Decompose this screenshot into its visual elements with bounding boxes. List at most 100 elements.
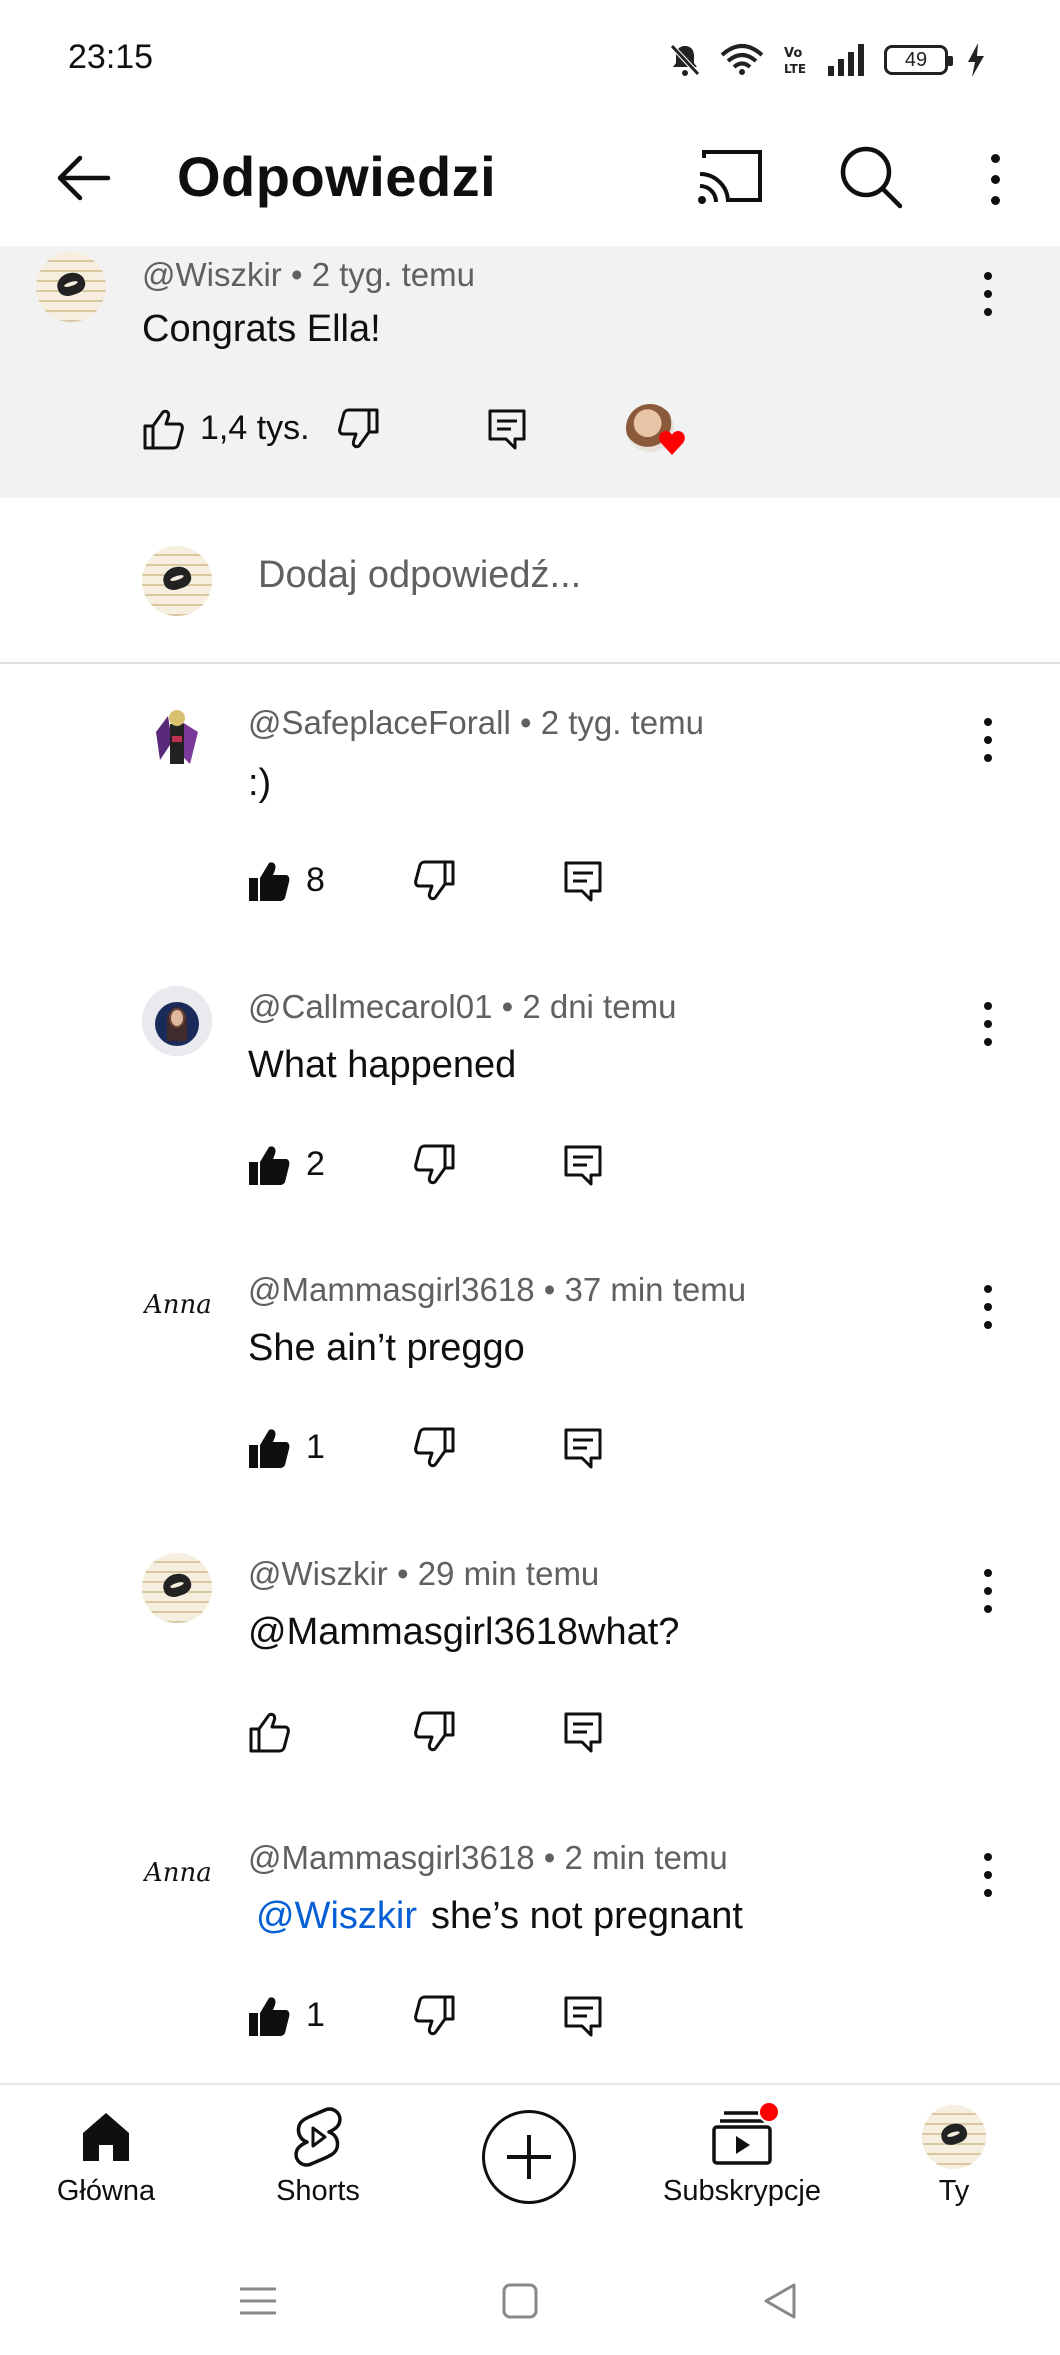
dislike-icon[interactable] <box>412 1993 458 2039</box>
comment-meta: @Mammasgirl3618 • 37 min temu <box>248 1271 747 1308</box>
nav-home[interactable]: Główna <box>16 2103 196 2223</box>
comment-more-icon[interactable] <box>968 1561 1008 1621</box>
comment-meta: @Wiszkir • 2 tyg. temu <box>142 256 475 293</box>
like-icon[interactable] <box>140 406 186 452</box>
comment-author[interactable]: @Wiszkir <box>248 1555 388 1592</box>
comment-meta: @Mammasgirl3618 • 2 min temu <box>248 1839 728 1876</box>
dislike-icon[interactable] <box>412 1142 458 1188</box>
bottom-navigation: Główna Shorts Subskrypcje Ty <box>0 2083 1060 2235</box>
mute-bell-icon <box>668 42 702 78</box>
comment-more-icon[interactable] <box>968 1845 1008 1905</box>
comment-time: 2 tyg. temu <box>311 256 475 293</box>
dislike-icon[interactable] <box>336 406 382 452</box>
comment-more-icon[interactable] <box>968 994 1008 1054</box>
svg-text:Anna: Anna <box>142 1290 212 1320</box>
avatar[interactable] <box>142 702 212 772</box>
nav-label: Subskrypcje <box>663 2175 821 2207</box>
comment-time: 2 min temu <box>564 1839 728 1876</box>
dislike-icon[interactable] <box>412 1709 458 1755</box>
avatar[interactable] <box>36 252 106 322</box>
reply-item: Anna @Mammasgirl3618 • 37 min temu She a… <box>0 1231 1060 1515</box>
comment-author[interactable]: @Mammasgirl3618 <box>248 1271 535 1308</box>
status-bar: 23:15 Vo LTE 49 <box>0 0 1060 120</box>
back-triangle-icon[interactable] <box>750 2271 810 2331</box>
like-count: 1 <box>306 1428 325 1466</box>
reply-icon[interactable] <box>560 1709 606 1755</box>
back-arrow-icon[interactable] <box>52 146 116 210</box>
like-filled-icon[interactable] <box>246 1142 292 1188</box>
wifi-icon <box>720 43 764 77</box>
comment-author[interactable]: @Callmecarol01 <box>248 988 492 1025</box>
comment-more-icon[interactable] <box>968 264 1008 324</box>
recents-menu-icon[interactable] <box>228 2271 288 2331</box>
nav-label: Shorts <box>276 2175 360 2207</box>
like-count: 1 <box>306 1996 325 2034</box>
create-plus-icon[interactable] <box>482 2110 576 2204</box>
comment-more-icon[interactable] <box>968 710 1008 770</box>
nav-label: Ty <box>938 2175 970 2207</box>
comment-text: She ain’t preggo <box>248 1327 525 1369</box>
nav-shorts[interactable]: Shorts <box>228 2103 408 2223</box>
page-title: Odpowiedzi <box>177 145 497 208</box>
cast-icon[interactable] <box>694 146 766 210</box>
svg-text:Vo: Vo <box>784 46 802 61</box>
like-count: 8 <box>306 861 325 899</box>
notification-dot <box>758 2101 780 2123</box>
reply-icon[interactable] <box>484 406 530 452</box>
avatar[interactable]: Anna <box>142 1837 212 1907</box>
comment-time: 29 min temu <box>417 1555 600 1592</box>
like-count: 2 <box>306 1145 325 1183</box>
comment-time: 2 dni temu <box>522 988 677 1025</box>
avatar[interactable] <box>142 1553 212 1623</box>
comment-author[interactable]: @Mammasgirl3618 <box>248 1839 535 1876</box>
nav-you[interactable]: Ty <box>864 2103 1044 2223</box>
comment-text: Congrats Ella! <box>142 308 381 350</box>
comment-author[interactable]: @SafeplaceForall <box>248 704 511 741</box>
signal-icon <box>826 44 866 76</box>
top-app-bar: Odpowiedzi <box>0 120 1060 246</box>
add-reply-row <box>0 498 1060 664</box>
reply-icon[interactable] <box>560 1425 606 1471</box>
add-reply-input[interactable] <box>258 554 958 597</box>
like-filled-icon[interactable] <box>246 1993 292 2039</box>
reply-item: @Wiszkir • 29 min temu @Mammasgirl3618wh… <box>0 1515 1060 1799</box>
comment-meta: @Callmecarol01 • 2 dni temu <box>248 988 677 1025</box>
like-filled-icon[interactable] <box>246 1425 292 1471</box>
comment-author[interactable]: @Wiszkir <box>142 256 282 293</box>
reply-item: @SafeplaceForall • 2 tyg. temu :) 8 <box>0 664 1060 948</box>
comment-body: she’s not pregnant <box>430 1895 743 1937</box>
comment-meta: @SafeplaceForall • 2 tyg. temu <box>248 704 704 741</box>
subscriptions-icon <box>712 2101 780 2171</box>
system-navigation-bar <box>0 2235 1060 2355</box>
avatar[interactable]: Anna <box>142 1269 212 1339</box>
comment-text: @Mammasgirl3618what? <box>248 1611 680 1653</box>
dislike-icon[interactable] <box>412 1425 458 1471</box>
reply-icon[interactable] <box>560 858 606 904</box>
comment-text: @Wiszkir she’s not pregnant <box>248 1895 743 1938</box>
home-icon <box>79 2103 133 2171</box>
reply-icon[interactable] <box>560 1993 606 2039</box>
svg-text:LTE: LTE <box>784 62 806 76</box>
nav-subscriptions[interactable]: Subskrypcje <box>652 2101 832 2223</box>
reply-icon[interactable] <box>560 1142 606 1188</box>
comment-time: 2 tyg. temu <box>540 704 704 741</box>
like-icon[interactable] <box>246 1709 292 1755</box>
nav-label: Główna <box>56 2175 156 2207</box>
battery-icon: 49 <box>884 45 953 75</box>
home-square-icon[interactable] <box>490 2271 550 2331</box>
parent-comment: @Wiszkir • 2 tyg. temu Congrats Ella! 1,… <box>0 246 1060 498</box>
like-filled-icon[interactable] <box>246 858 292 904</box>
mention-link[interactable]: @Wiszkir <box>256 1895 417 1937</box>
comment-time: 37 min temu <box>564 1271 747 1308</box>
comment-text: What happened <box>248 1044 517 1086</box>
search-icon[interactable] <box>836 142 906 212</box>
dislike-icon[interactable] <box>412 858 458 904</box>
comment-more-icon[interactable] <box>968 1277 1008 1337</box>
avatar[interactable] <box>142 986 212 1056</box>
svg-text:Anna: Anna <box>142 1858 212 1888</box>
status-time: 23:15 <box>68 38 154 76</box>
charging-icon <box>966 43 986 77</box>
creator-heart-icon <box>658 430 686 456</box>
comment-meta: @Wiszkir • 29 min temu <box>248 1555 600 1592</box>
more-vert-icon[interactable] <box>970 146 1020 212</box>
